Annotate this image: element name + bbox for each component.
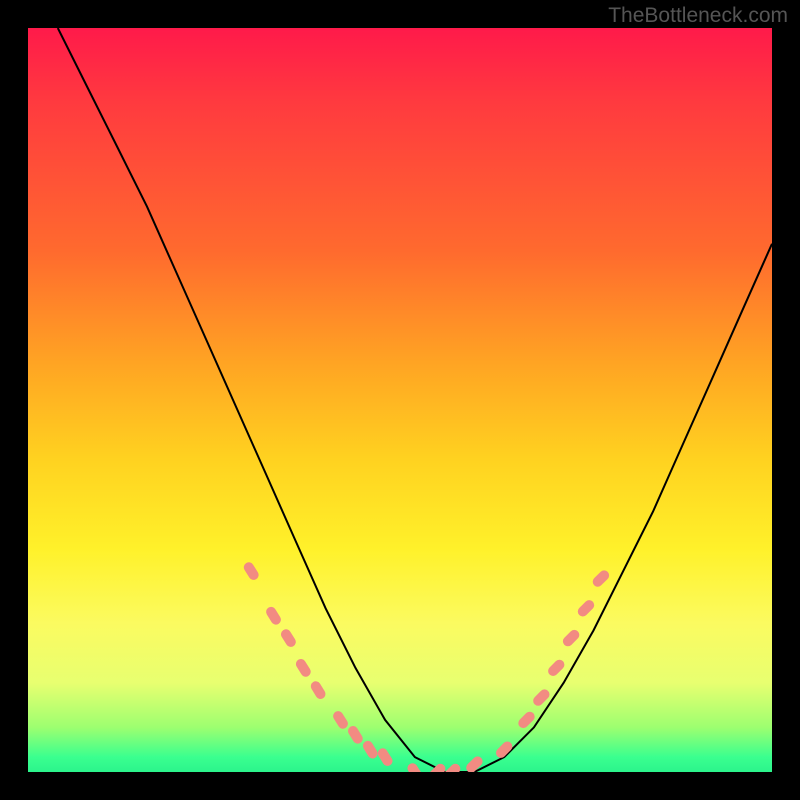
watermark-text: TheBottleneck.com [608,4,788,28]
curve-line [58,28,772,772]
highlight-markers [249,567,604,772]
chart-container: TheBottleneck.com [0,0,800,800]
plot-area [28,28,772,772]
chart-svg [28,28,772,772]
